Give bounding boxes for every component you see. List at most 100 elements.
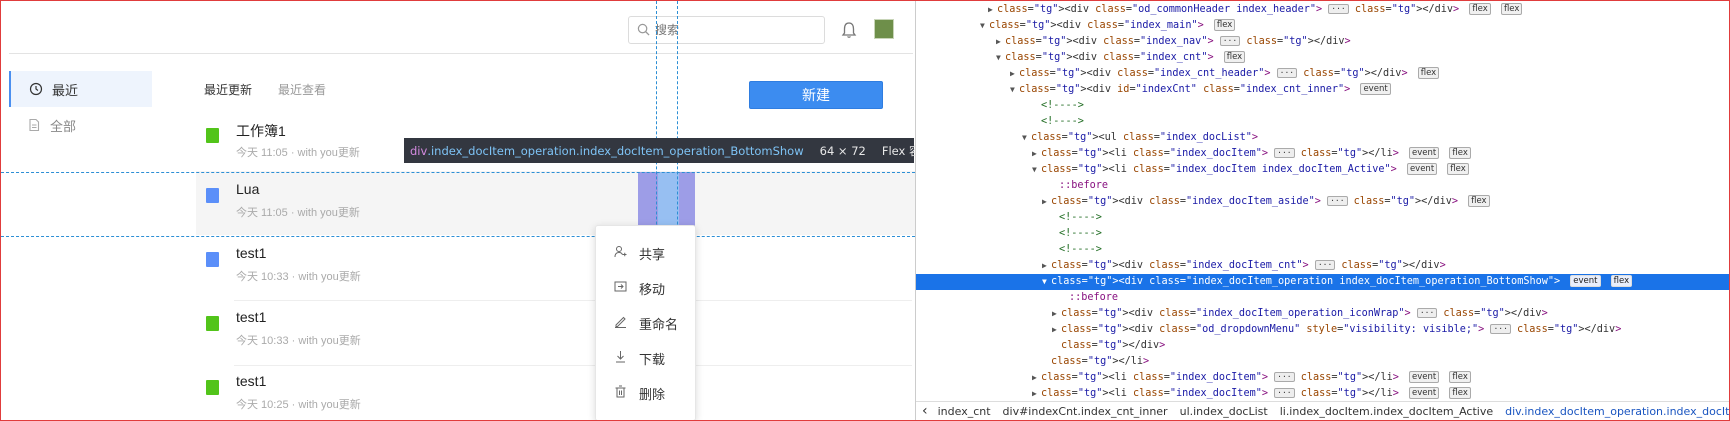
menu-item-download[interactable]: 下载 bbox=[596, 341, 695, 373]
clock-icon bbox=[29, 82, 43, 96]
dom-node[interactable]: <!----> bbox=[916, 210, 1729, 226]
dom-node[interactable]: <!----> bbox=[916, 98, 1729, 114]
badge-flex[interactable]: flex bbox=[1449, 387, 1471, 399]
dom-node-selected[interactable]: ▼ class="tg"><div class="index_docItem_op… bbox=[916, 274, 1729, 290]
menu-item-share[interactable]: 共享 bbox=[596, 236, 695, 268]
badge-flex[interactable]: flex bbox=[1417, 67, 1440, 79]
badge-event[interactable]: event bbox=[1570, 275, 1601, 287]
app-panel: 最近 全部 最近更新 最近查看 新建 工作簿1 今天 11:05 · with … bbox=[1, 1, 915, 420]
dom-node[interactable]: class="tg"></div> bbox=[916, 338, 1729, 354]
list-item[interactable]: test1 今天 10:33 · with you更新 bbox=[196, 299, 915, 363]
badge-flex[interactable]: flex bbox=[1449, 371, 1471, 383]
collapse-triangle-icon[interactable]: ▼ bbox=[980, 18, 989, 34]
dom-node[interactable]: ▼ class="tg"><div class="index_cnt"> flex bbox=[916, 50, 1729, 66]
badge-flex[interactable]: flex bbox=[1223, 51, 1246, 63]
doc-icon bbox=[29, 118, 40, 132]
dom-node[interactable]: ▶ class="tg"><li class="index_docItem"> ·… bbox=[916, 146, 1729, 162]
expand-triangle-icon[interactable]: ▶ bbox=[1052, 322, 1061, 338]
collapse-triangle-icon[interactable]: ▼ bbox=[1010, 82, 1019, 98]
breadcrumb-item[interactable]: li.index_docItem.index_docItem_Active bbox=[1274, 405, 1499, 418]
list-item[interactable]: test1 今天 10:33 · with you更新 bbox=[196, 235, 915, 299]
dom-node[interactable]: ▼ class="tg"><div class="index_main"> fle… bbox=[916, 18, 1729, 34]
dom-node[interactable]: ▶ class="tg"><div class="od_dropdownMenu"… bbox=[916, 322, 1729, 338]
collapse-triangle-icon[interactable]: ▼ bbox=[1022, 130, 1031, 146]
menu-label: 下载 bbox=[639, 352, 666, 367]
badge-event[interactable]: event bbox=[1406, 163, 1438, 175]
tab-recent-viewed[interactable]: 最近查看 bbox=[278, 81, 326, 102]
dom-node[interactable]: ▶ class="tg"><li class="index_docItem"> ·… bbox=[916, 370, 1729, 386]
badge-event[interactable]: event bbox=[1360, 83, 1391, 95]
menu-item-move[interactable]: 移动 bbox=[596, 271, 695, 303]
dom-node[interactable]: ▶ class="tg"><li class="index_docItem"> ·… bbox=[916, 386, 1729, 402]
menu-label: 移动 bbox=[639, 282, 666, 297]
menu-item-delete[interactable]: 删除 bbox=[596, 376, 695, 408]
dom-node[interactable]: <!----> bbox=[916, 114, 1729, 130]
badge-event[interactable]: event bbox=[1409, 371, 1440, 383]
tooltip-class: .index_docItem_operation.index_docItem_o… bbox=[427, 143, 804, 158]
breadcrumb-item[interactable]: ul.index_docList bbox=[1174, 405, 1274, 418]
expand-triangle-icon[interactable]: ▶ bbox=[1010, 66, 1019, 82]
sidebar-item-all[interactable]: 全部 bbox=[9, 107, 152, 143]
dom-node[interactable]: ▼ class="tg"><ul class="index_docList"> bbox=[916, 130, 1729, 146]
dom-node[interactable]: ▶ class="tg"><div class="od_commonHeader … bbox=[916, 2, 1729, 18]
dom-node[interactable]: <!----> bbox=[916, 226, 1729, 242]
search-box[interactable] bbox=[628, 16, 825, 44]
dom-node[interactable]: ▶ class="tg"><div class="index_nav"> ··· … bbox=[916, 34, 1729, 50]
list-item[interactable]: test1 今天 10:25 · with you更新 bbox=[196, 363, 915, 420]
expand-triangle-icon[interactable]: ▶ bbox=[1052, 306, 1061, 322]
collapse-triangle-icon[interactable]: ▼ bbox=[1032, 162, 1041, 178]
badge-event[interactable]: event bbox=[1409, 147, 1440, 159]
expand-triangle-icon[interactable]: ▶ bbox=[1032, 386, 1041, 402]
doc-meta: 今天 10:25 · with you更新 bbox=[236, 399, 361, 411]
expand-triangle-icon[interactable]: ▶ bbox=[1032, 146, 1041, 162]
badge-event[interactable]: event bbox=[1409, 387, 1440, 399]
expand-triangle-icon[interactable]: ▶ bbox=[1032, 370, 1041, 386]
list-item-active[interactable]: Lua 今天 11:05 · with you更新 bbox=[196, 171, 915, 235]
badge-flex[interactable]: flex bbox=[1449, 147, 1471, 159]
menu-item-rename[interactable]: 重命名 bbox=[596, 306, 695, 338]
bell-icon[interactable] bbox=[841, 21, 857, 39]
badge-flex[interactable]: flex bbox=[1500, 3, 1523, 15]
doc-icon bbox=[206, 252, 219, 267]
search-input[interactable] bbox=[655, 21, 815, 39]
dom-node[interactable]: ▶ class="tg"><div class="index_cnt_header… bbox=[916, 66, 1729, 82]
dom-node[interactable]: ▼ class="tg"><li class="index_docItem ind… bbox=[916, 162, 1729, 178]
chevron-left-icon[interactable]: ‹ bbox=[916, 403, 932, 419]
sidebar-item-label: 全部 bbox=[50, 118, 77, 134]
badge-flex[interactable]: flex bbox=[1610, 275, 1633, 287]
dom-node[interactable]: ▶ class="tg"><div class="index_docItem_cn… bbox=[916, 258, 1729, 274]
breadcrumb-item-active[interactable]: div.index_docItem_operation.index_docIte… bbox=[1499, 405, 1729, 418]
tab-recent-updated[interactable]: 最近更新 bbox=[204, 81, 252, 102]
breadcrumb-item[interactable]: index_cnt bbox=[932, 405, 997, 418]
breadcrumb-item[interactable]: div#indexCnt.index_cnt_inner bbox=[997, 405, 1174, 418]
avatar[interactable] bbox=[874, 19, 894, 39]
dom-node[interactable]: <!----> bbox=[916, 242, 1729, 258]
dom-node[interactable]: ▶ class="tg"><div class="index_docItem_op… bbox=[916, 306, 1729, 322]
expand-triangle-icon[interactable]: ▶ bbox=[996, 34, 1005, 50]
badge-flex[interactable]: flex bbox=[1213, 19, 1236, 31]
collapse-triangle-icon[interactable]: ▼ bbox=[1042, 274, 1051, 290]
expand-triangle-icon[interactable]: ▶ bbox=[1042, 258, 1051, 274]
move-icon bbox=[614, 281, 627, 292]
dom-node[interactable]: ▼ class="tg"><div id="indexCnt" class="in… bbox=[916, 82, 1729, 98]
sheet-icon bbox=[206, 380, 219, 395]
sheet-icon bbox=[206, 128, 219, 143]
doc-tabs: 最近更新 最近查看 bbox=[204, 81, 326, 102]
dom-node[interactable]: ::before bbox=[916, 290, 1729, 306]
expand-triangle-icon[interactable]: ▶ bbox=[988, 2, 997, 18]
dom-node[interactable]: class="tg"></li> bbox=[916, 354, 1729, 370]
badge-flex[interactable]: flex bbox=[1469, 3, 1491, 15]
sidebar-item-recent[interactable]: 最近 bbox=[9, 71, 152, 107]
collapse-triangle-icon[interactable]: ▼ bbox=[996, 50, 1005, 66]
new-button[interactable]: 新建 bbox=[749, 81, 883, 109]
expand-triangle-icon[interactable]: ▶ bbox=[1042, 194, 1051, 210]
dom-node[interactable]: ::before bbox=[916, 178, 1729, 194]
badge-flex[interactable]: flex bbox=[1447, 163, 1469, 175]
badge-flex[interactable]: flex bbox=[1468, 195, 1490, 207]
dom-node[interactable]: ▶ class="tg"><div class="index_docItem_as… bbox=[916, 194, 1729, 210]
doc-meta: 今天 11:05 · with you更新 bbox=[236, 147, 360, 159]
sheet-icon bbox=[206, 316, 219, 331]
inspect-tooltip: div .index_docItem_operation.index_docIte… bbox=[404, 138, 915, 163]
tooltip-kind: Flex 容器/项目 bbox=[881, 143, 915, 158]
tooltip-tag: div bbox=[410, 143, 428, 158]
